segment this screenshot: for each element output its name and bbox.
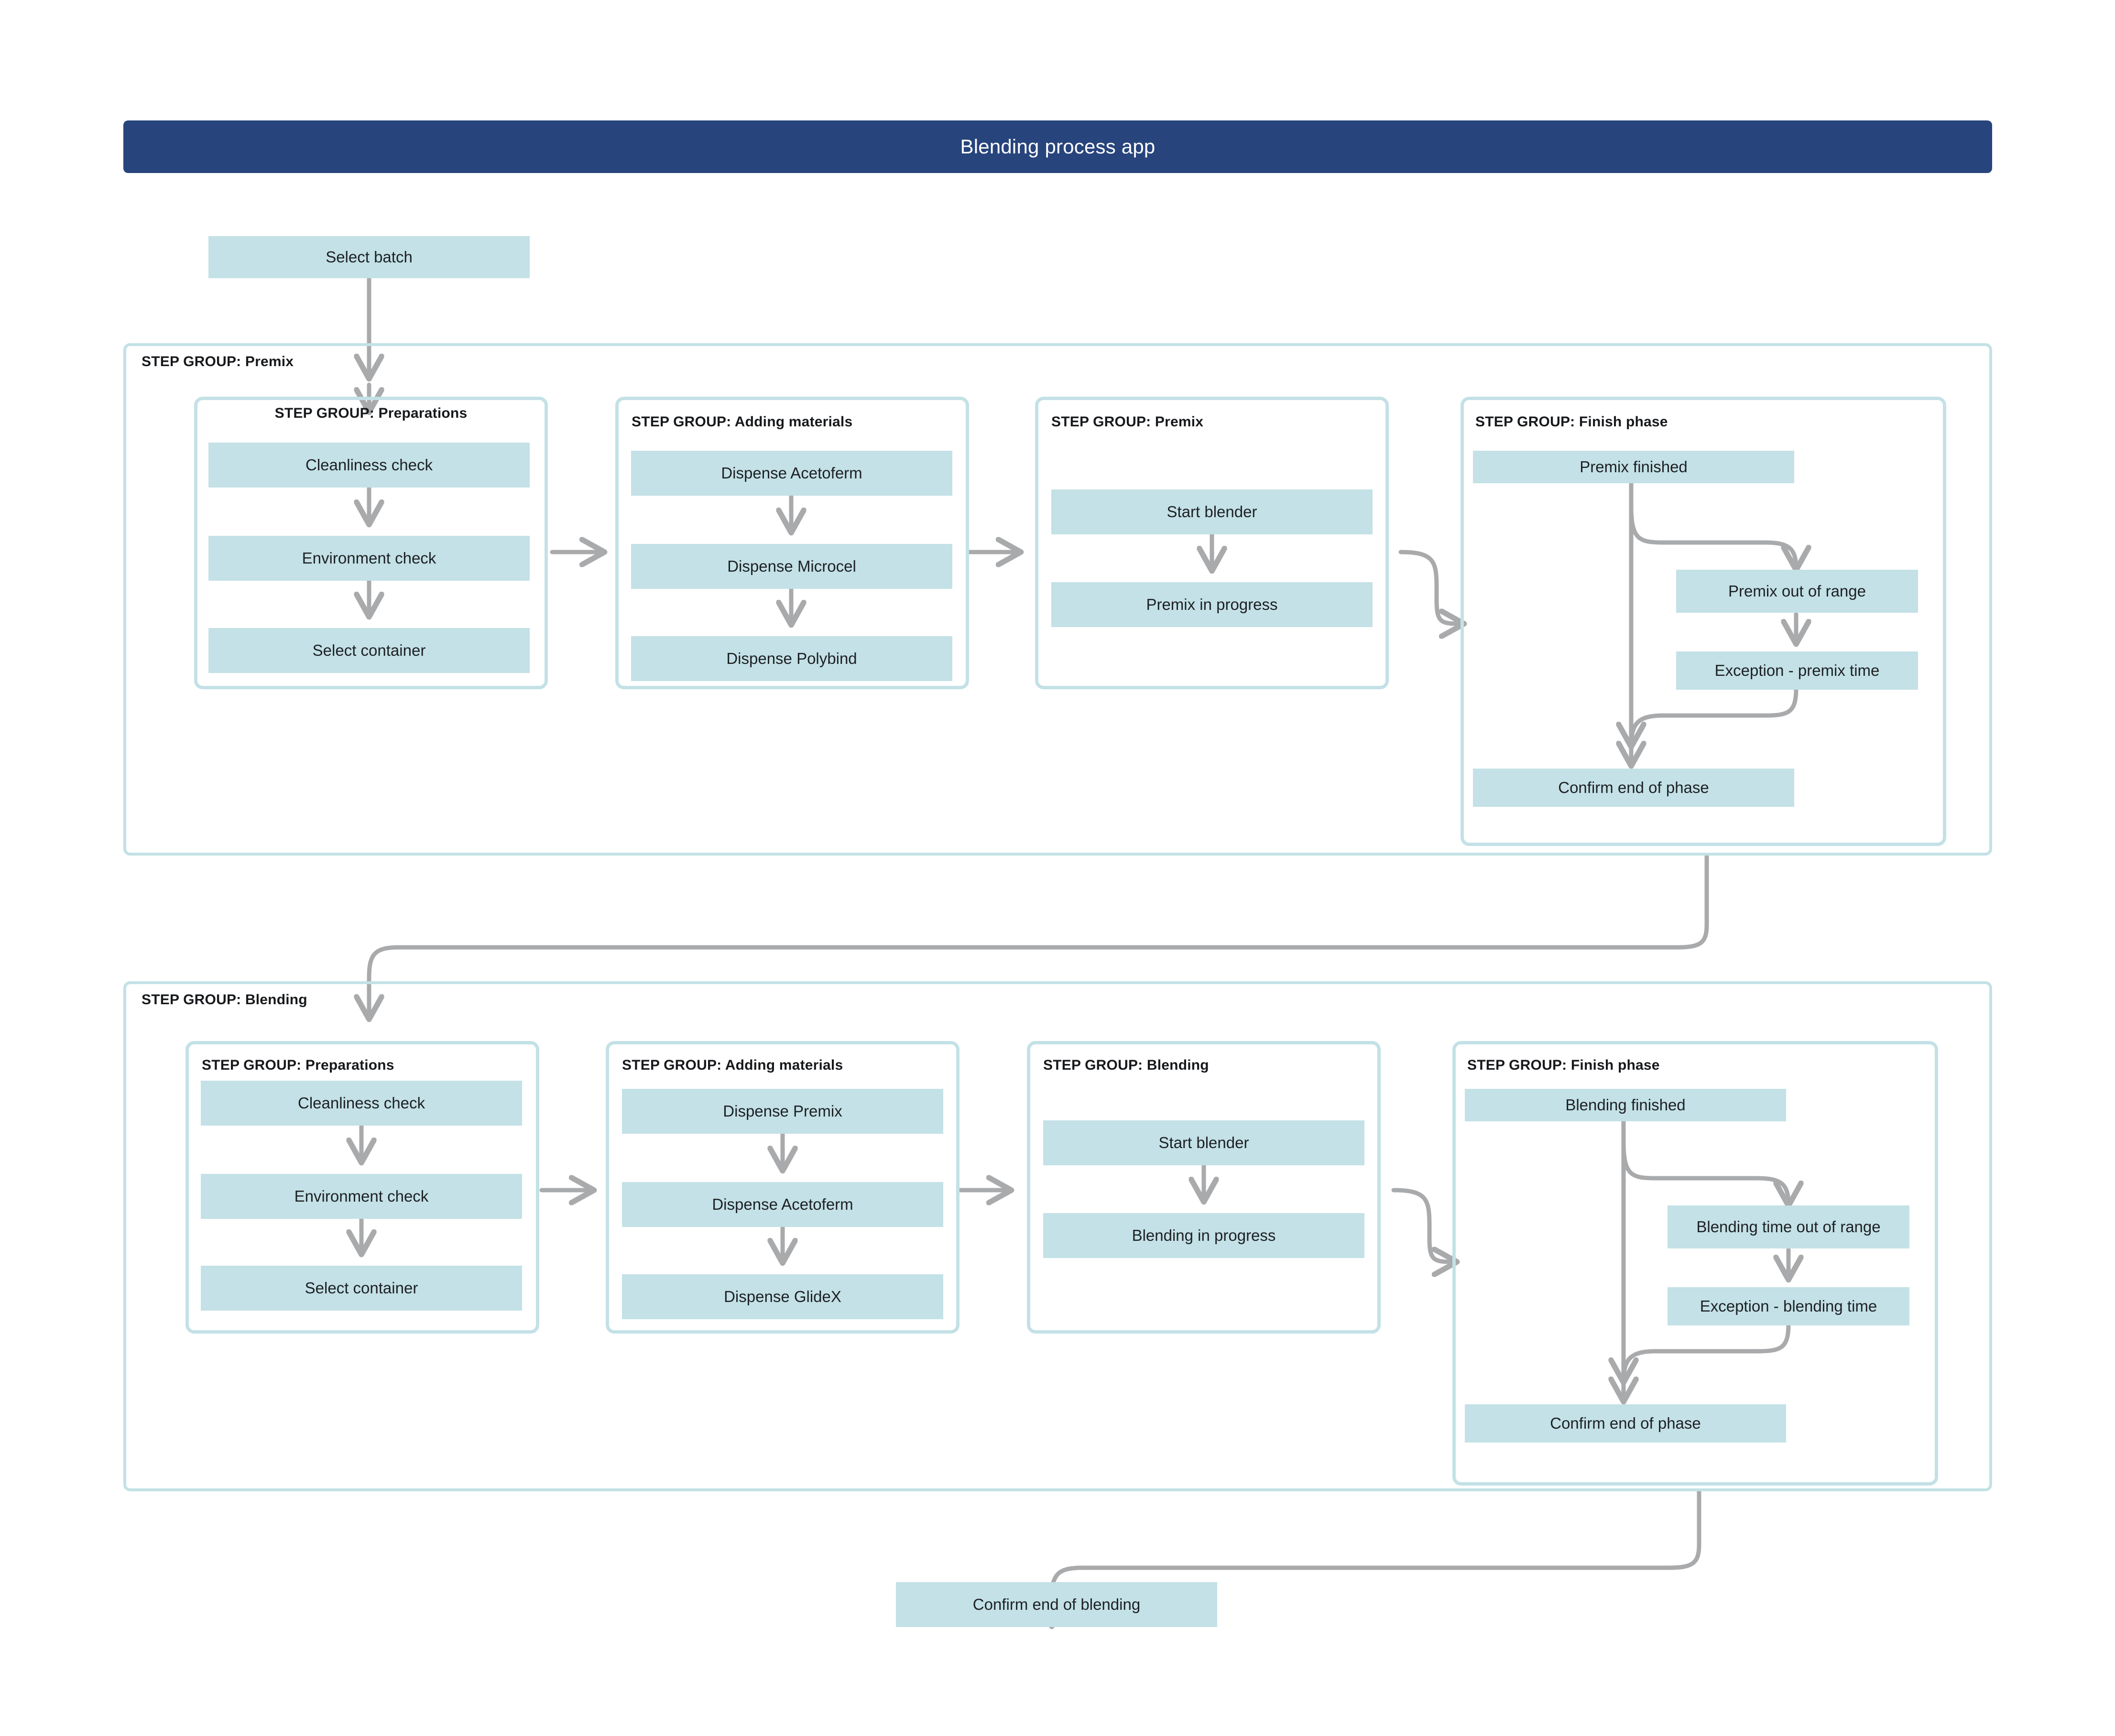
group-premix-preparations-title: STEP GROUP: Preparations [274, 405, 468, 421]
step-blending-dispense-premix[interactable]: Dispense Premix [622, 1089, 943, 1134]
group-premix-premix [1035, 397, 1389, 689]
group-premix-adding-materials-title: STEP GROUP: Adding materials [632, 414, 853, 430]
step-premix-in-progress[interactable]: Premix in progress [1051, 582, 1373, 627]
step-select-batch[interactable]: Select batch [208, 236, 530, 278]
flowchart-canvas: Blending process app Select batch STEP G… [0, 0, 2115, 1736]
step-premix-start-blender[interactable]: Start blender [1051, 489, 1373, 534]
step-premix-confirm-end-of-phase[interactable]: Confirm end of phase [1473, 769, 1794, 807]
group-blending-preparations-title: STEP GROUP: Preparations [202, 1057, 394, 1073]
group-premix-finish-phase-title: STEP GROUP: Finish phase [1475, 414, 1668, 430]
step-blending-time-out-of-range[interactable]: Blending time out of range [1668, 1205, 1909, 1248]
page-title: Blending process app [960, 135, 1156, 158]
step-blending-environment-check[interactable]: Environment check [201, 1174, 522, 1219]
step-premix-finished[interactable]: Premix finished [1473, 451, 1794, 483]
group-blending-blending-title: STEP GROUP: Blending [1043, 1057, 1209, 1073]
step-premix-select-container[interactable]: Select container [208, 628, 530, 673]
step-blending-confirm-end-of-phase[interactable]: Confirm end of phase [1465, 1404, 1786, 1443]
group-premix-premix-title: STEP GROUP: Premix [1051, 414, 1204, 430]
step-blending-dispense-glidex[interactable]: Dispense GlideX [622, 1274, 943, 1319]
group-blending-finish-phase-title: STEP GROUP: Finish phase [1467, 1057, 1660, 1073]
step-blending-exception-blending-time[interactable]: Exception - blending time [1668, 1287, 1909, 1325]
section-blending-title: STEP GROUP: Blending [142, 992, 307, 1008]
step-blending-start-blender[interactable]: Start blender [1043, 1120, 1364, 1165]
app-header-bar: Blending process app [123, 120, 1992, 173]
step-blending-finished[interactable]: Blending finished [1465, 1089, 1786, 1121]
step-premix-dispense-polybind[interactable]: Dispense Polybind [631, 636, 952, 681]
step-blending-in-progress[interactable]: Blending in progress [1043, 1213, 1364, 1258]
step-blending-cleanliness-check[interactable]: Cleanliness check [201, 1081, 522, 1126]
step-premix-exception-premix-time[interactable]: Exception - premix time [1676, 651, 1918, 690]
step-premix-out-of-range[interactable]: Premix out of range [1676, 570, 1918, 613]
step-premix-environment-check[interactable]: Environment check [208, 536, 530, 581]
step-blending-select-container[interactable]: Select container [201, 1266, 522, 1311]
group-blending-blending [1027, 1041, 1381, 1334]
step-confirm-end-of-blending[interactable]: Confirm end of blending [896, 1582, 1217, 1627]
step-premix-dispense-microcel[interactable]: Dispense Microcel [631, 544, 952, 589]
step-premix-dispense-acetoferm[interactable]: Dispense Acetoferm [631, 451, 952, 496]
step-premix-cleanliness-check[interactable]: Cleanliness check [208, 443, 530, 488]
step-blending-dispense-acetoferm[interactable]: Dispense Acetoferm [622, 1182, 943, 1227]
section-premix-title: STEP GROUP: Premix [142, 354, 294, 369]
group-blending-adding-materials-title: STEP GROUP: Adding materials [622, 1057, 843, 1073]
